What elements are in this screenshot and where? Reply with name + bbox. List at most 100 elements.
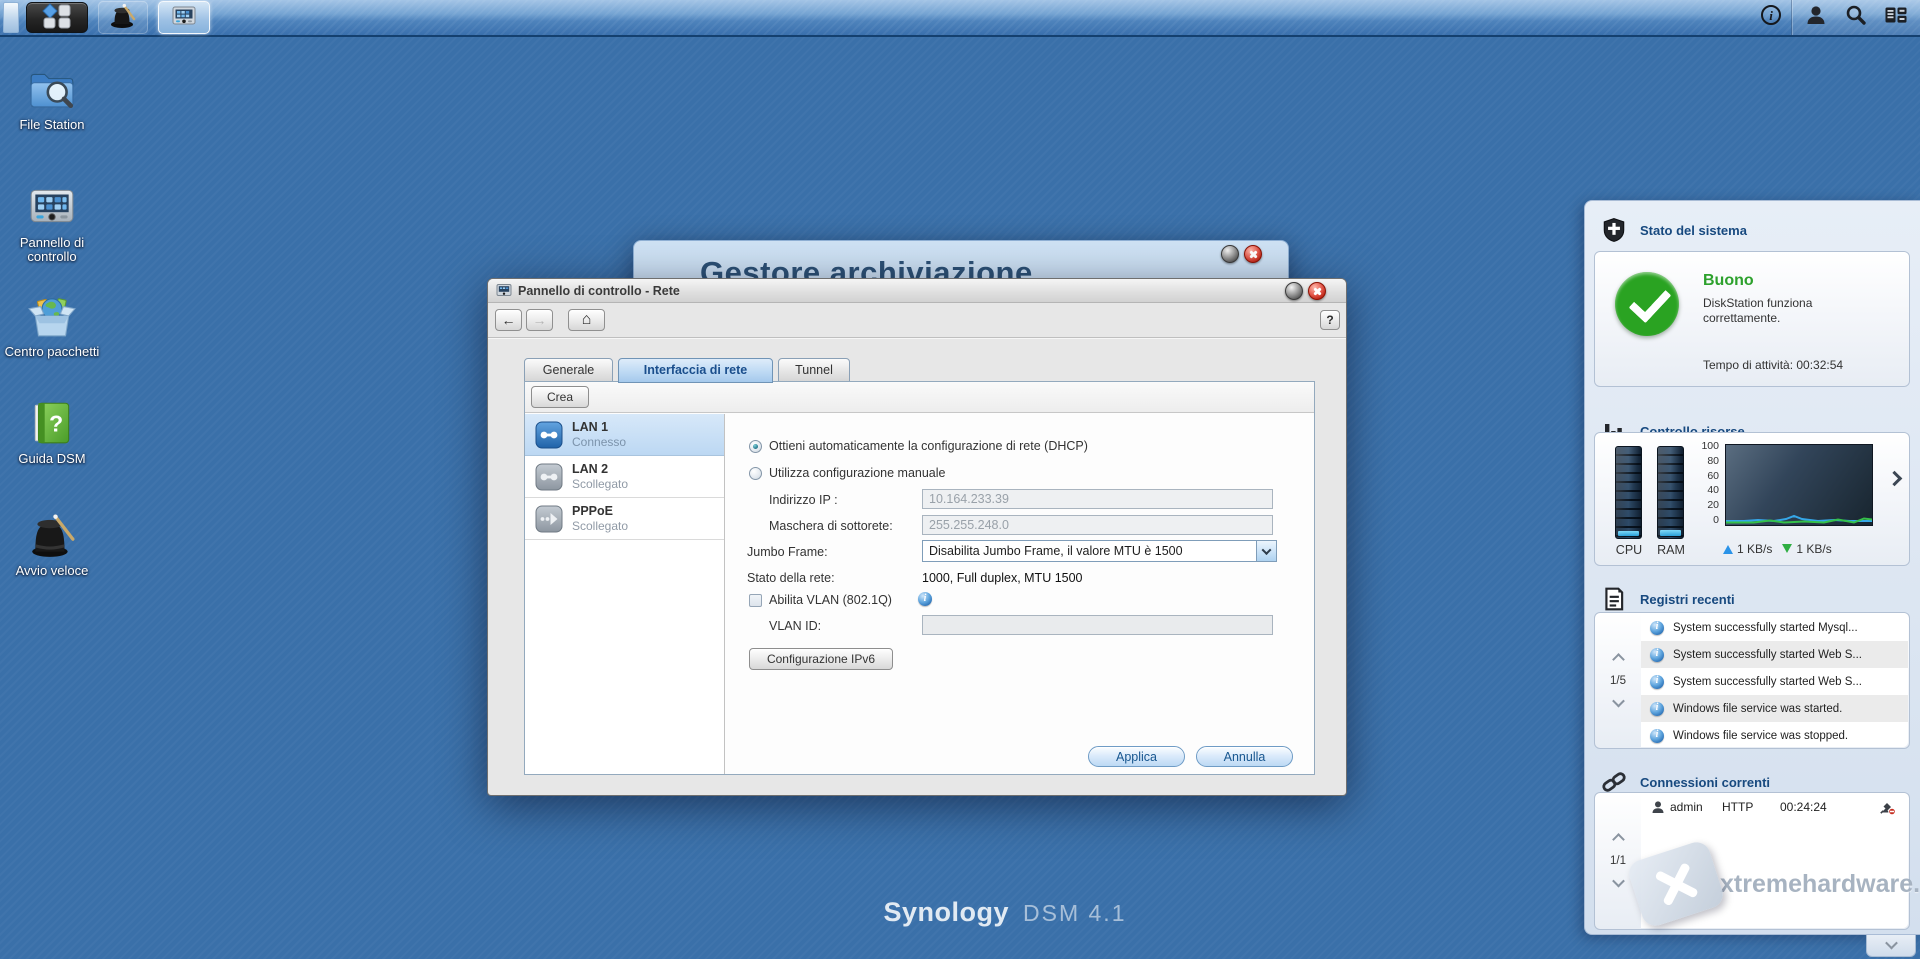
minimize-button[interactable] bbox=[1285, 282, 1303, 300]
desktop: i File Station Pannello di controllo Cen… bbox=[0, 0, 1920, 959]
show-desktop-button[interactable] bbox=[3, 2, 19, 33]
search-button[interactable] bbox=[1836, 0, 1876, 35]
log-row: System successfully started Mysql... bbox=[1641, 614, 1908, 641]
window-titlebar[interactable]: Pannello di controllo - Rete bbox=[488, 279, 1346, 303]
interface-settings-form: Ottieni automaticamente la configurazion… bbox=[725, 414, 1314, 774]
interface-row-pppoe[interactable]: PPPoE Scollegato bbox=[525, 498, 724, 540]
forward-button[interactable]: → bbox=[526, 309, 553, 331]
desktop-icon-package-center: Centro pacchetti bbox=[0, 291, 104, 359]
widgets-collapse-tab[interactable] bbox=[1866, 935, 1916, 957]
log-row: Windows file service was started. bbox=[1641, 695, 1908, 722]
interface-row-lan2[interactable]: LAN 2 Scollegato bbox=[525, 456, 724, 498]
tab-generale[interactable]: Generale bbox=[524, 358, 613, 382]
ram-label: RAM bbox=[1657, 543, 1685, 557]
desktop-icon-label: Centro pacchetti bbox=[4, 344, 100, 359]
apply-button[interactable]: Applica bbox=[1088, 746, 1185, 767]
network-interface-panel: Crea LAN 1 Connesso LAN 2 Scollegato PPP… bbox=[524, 381, 1315, 775]
tab-tunnel[interactable]: Tunnel bbox=[778, 358, 850, 382]
desktop-icon-dsm-help: ? Guida DSM bbox=[0, 398, 104, 466]
resource-monitor-expand-chevron[interactable] bbox=[1886, 470, 1903, 487]
search-icon bbox=[1845, 4, 1867, 31]
ip-address-input[interactable] bbox=[922, 489, 1273, 509]
synology-logo: Synology bbox=[883, 897, 1010, 927]
pppoe-icon bbox=[535, 505, 563, 533]
taskbar: i bbox=[0, 0, 1920, 37]
interface-list: LAN 1 Connesso LAN 2 Scollegato PPPoE Sc… bbox=[525, 414, 725, 774]
pager-down-icon[interactable] bbox=[1611, 874, 1625, 888]
dropdown-arrow-icon bbox=[1256, 541, 1276, 561]
chevron-down-icon bbox=[1884, 936, 1898, 949]
control-panel-icon[interactable] bbox=[27, 182, 77, 232]
system-widgets-panel: Stato del sistema Buono DiskStation funz… bbox=[1584, 200, 1920, 935]
interface-row-lan1[interactable]: LAN 1 Connesso bbox=[525, 414, 724, 456]
pager-up-icon[interactable] bbox=[1611, 652, 1625, 666]
file-station-icon[interactable] bbox=[27, 64, 77, 114]
pilot-view-icon bbox=[1884, 4, 1908, 31]
upload-arrow-icon bbox=[1723, 540, 1733, 554]
manual-config-radio-label: Utilizza configurazione manuale bbox=[769, 466, 946, 480]
connections-list: admin HTTP 00:24:24 bbox=[1641, 794, 1908, 928]
pilot-view-button[interactable] bbox=[1876, 0, 1916, 35]
dsm-help-icon[interactable]: ? bbox=[27, 398, 77, 448]
enable-vlan-checkbox[interactable] bbox=[749, 594, 762, 607]
system-health-header: Stato del sistema bbox=[1601, 217, 1747, 244]
user-icon bbox=[1805, 4, 1827, 31]
uptime-value: Tempo di attività: 00:32:54 bbox=[1703, 358, 1844, 372]
system-status-value: Buono bbox=[1703, 272, 1754, 289]
ram-gauge bbox=[1657, 446, 1684, 539]
dhcp-radio[interactable] bbox=[749, 440, 762, 453]
cancel-button[interactable]: Annulla bbox=[1196, 746, 1293, 767]
quick-launch-button[interactable] bbox=[98, 1, 148, 34]
recent-logs-header: Registri recenti bbox=[1601, 586, 1735, 612]
taskbar-window-button-control-panel[interactable] bbox=[158, 1, 210, 34]
home-button[interactable]: ⌂ bbox=[568, 309, 605, 331]
vlan-id-input[interactable] bbox=[922, 615, 1273, 635]
window-title: Pannello di controllo - Rete bbox=[518, 283, 680, 298]
desktop-icon-label: Pannello di controllo bbox=[19, 235, 85, 264]
manual-config-radio[interactable] bbox=[749, 467, 762, 480]
info-button[interactable]: i bbox=[1751, 0, 1791, 35]
cpu-gauge bbox=[1615, 446, 1642, 539]
download-speed: 1 KB/s bbox=[1796, 542, 1832, 556]
pager-down-icon[interactable] bbox=[1611, 694, 1625, 707]
main-menu-button[interactable] bbox=[26, 2, 88, 33]
package-center-icon[interactable] bbox=[27, 291, 77, 341]
status-ok-icon bbox=[1615, 272, 1679, 336]
connections-card: 1/1 admin HTTP 00:24:24 bbox=[1594, 792, 1910, 930]
user-menu-button[interactable] bbox=[1796, 0, 1836, 35]
log-row: Windows file service was stopped. bbox=[1641, 722, 1908, 747]
info-icon bbox=[1650, 674, 1664, 689]
ipv6-config-button[interactable]: Configurazione IPv6 bbox=[749, 648, 893, 670]
info-icon: i bbox=[1760, 4, 1782, 31]
list-toolbar: Crea bbox=[525, 382, 1314, 413]
disconnect-icon[interactable] bbox=[1879, 799, 1896, 815]
logs-pager: 1/5 bbox=[1595, 613, 1641, 748]
document-icon bbox=[1601, 586, 1627, 612]
vlan-id-label: VLAN ID: bbox=[769, 619, 822, 633]
main-menu-grid-icon bbox=[42, 3, 72, 32]
tab-interfaccia-di-rete[interactable]: Interfaccia di rete bbox=[618, 358, 773, 383]
jumbo-frame-selected-value: Disabilita Jumbo Frame, il valore MTU è … bbox=[929, 544, 1183, 558]
control-panel-mini-icon bbox=[496, 283, 512, 298]
desktop-icon-label: File Station bbox=[19, 117, 85, 132]
create-button[interactable]: Crea bbox=[531, 386, 589, 408]
desktop-icon-label: Guida DSM bbox=[18, 451, 86, 466]
desktop-icon-file-station: File Station bbox=[0, 64, 104, 132]
back-button[interactable]: ← bbox=[495, 309, 522, 331]
pager-up-icon[interactable] bbox=[1611, 833, 1625, 846]
dsm-branding: Synology DSM 4.1 bbox=[705, 897, 1305, 928]
toolbar-separator bbox=[488, 337, 1346, 339]
desktop-icon-quick-start: Avvio veloce bbox=[0, 510, 104, 578]
magic-hat-icon[interactable] bbox=[27, 510, 77, 560]
help-button[interactable]: ? bbox=[1320, 310, 1340, 330]
minimize-button[interactable] bbox=[1221, 245, 1239, 263]
ip-address-label: Indirizzo IP : bbox=[769, 493, 838, 507]
vlan-info-icon[interactable] bbox=[918, 592, 932, 606]
close-button[interactable] bbox=[1244, 245, 1262, 263]
control-panel-network-window: Pannello di controllo - Rete ← → ⌂ ? Gen… bbox=[487, 278, 1347, 796]
subnet-mask-input[interactable] bbox=[922, 515, 1273, 535]
close-button[interactable] bbox=[1308, 282, 1326, 300]
user-icon bbox=[1651, 800, 1665, 814]
svg-text:?: ? bbox=[49, 410, 63, 436]
jumbo-frame-select[interactable]: Disabilita Jumbo Frame, il valore MTU è … bbox=[922, 540, 1277, 562]
